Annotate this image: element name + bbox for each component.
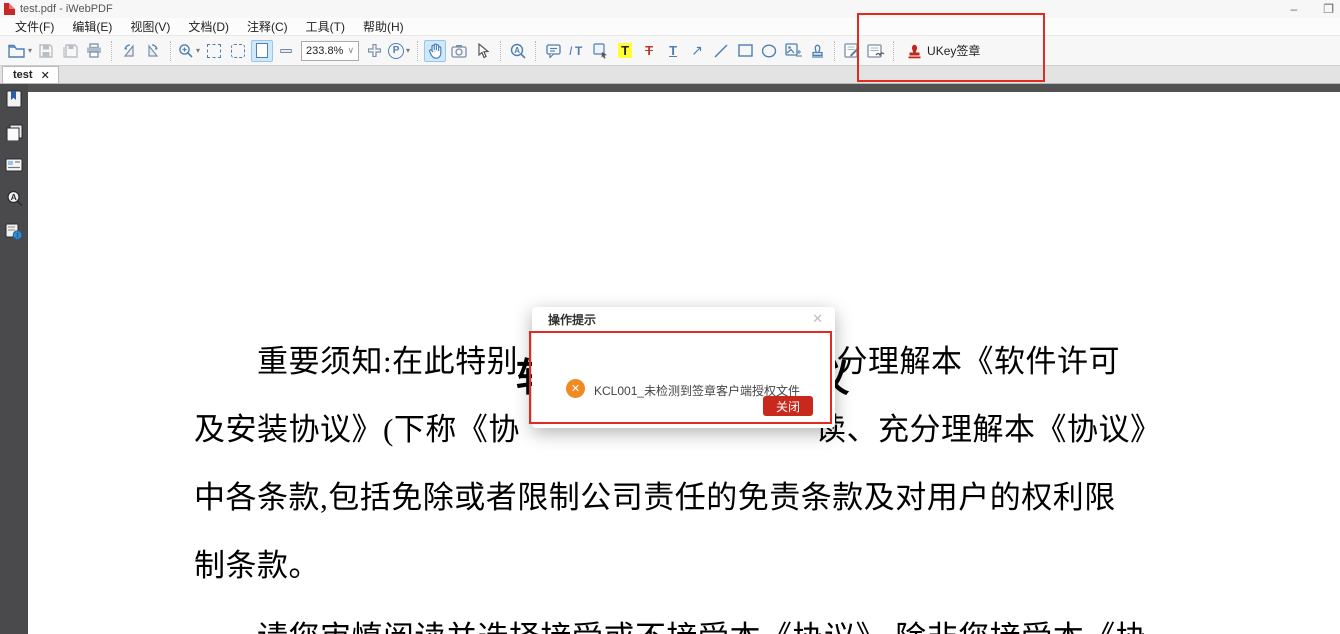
svg-text:T: T xyxy=(575,44,583,58)
menu-document[interactable]: 文档(D) xyxy=(179,18,238,35)
zoom-level-dropdown-icon[interactable]: ∨ xyxy=(347,45,354,56)
annotations-panel-icon[interactable] xyxy=(3,154,25,176)
line-annot-button[interactable] xyxy=(710,40,732,62)
app-icon xyxy=(4,3,15,15)
document-viewport: 软件安装许可协议 重要须知:在此特别 充分理解本《软件许可 及安装协议》(下称《… xyxy=(0,84,1340,634)
snapshot-button[interactable] xyxy=(448,40,470,62)
fit-actual-size-button[interactable] xyxy=(203,40,225,62)
doc-line-2-left: 及安装协议》(下称《协 xyxy=(194,404,520,449)
dialog-title: 操作提示 xyxy=(548,311,596,328)
select-tool-button[interactable] xyxy=(472,40,494,62)
tab-close-icon[interactable]: ✕ xyxy=(41,69,50,82)
ukey-signature-label: UKey签章 xyxy=(927,42,980,59)
error-icon: ✕ xyxy=(566,379,585,398)
page-thumbnails-panel-icon[interactable] xyxy=(3,121,25,143)
bookmarks-panel-icon[interactable] xyxy=(3,88,25,110)
navigation-sidebar: A xyxy=(0,84,28,634)
strikethrough-text-button[interactable]: T xyxy=(638,40,660,62)
paste-note-button[interactable] xyxy=(590,40,612,62)
underline-text-button[interactable]: T xyxy=(662,40,684,62)
doc-line-3: 中各条款,包括免除或者限制公司责任的免责条款及对用户的权利限 xyxy=(194,472,1116,517)
menu-edit[interactable]: 编辑(E) xyxy=(63,18,121,35)
menu-view[interactable]: 视图(V) xyxy=(121,18,179,35)
minimize-button[interactable]: – xyxy=(1291,2,1298,16)
save-as-button[interactable] xyxy=(59,40,81,62)
menu-tools[interactable]: 工具(T) xyxy=(297,18,354,35)
doc-line-1-right: 充分理解本《软件许可 xyxy=(805,336,1120,381)
rotate-left-button[interactable] xyxy=(118,40,140,62)
svg-text:I: I xyxy=(569,44,573,58)
zoom-in-button[interactable] xyxy=(363,40,385,62)
menu-annotation[interactable]: 注释(C) xyxy=(238,18,297,35)
svg-text:A: A xyxy=(514,46,520,55)
zoom-mode-dropdown-icon[interactable]: ▾ xyxy=(196,46,200,55)
doc-line-2-right: 读、充分理解本《协议》 xyxy=(815,404,1162,449)
search-panel-icon[interactable]: A xyxy=(3,187,25,209)
open-file-button[interactable]: ▾ xyxy=(7,40,33,62)
doc-line-4: 制条款。 xyxy=(194,540,320,585)
image-annot-button[interactable] xyxy=(782,40,804,62)
fit-width-button[interactable] xyxy=(251,40,273,62)
ukey-signature-button[interactable]: UKey签章 xyxy=(899,39,988,63)
tab-label: test xyxy=(13,69,33,81)
comment-note-button[interactable] xyxy=(542,40,564,62)
ellipse-annot-button[interactable] xyxy=(758,40,780,62)
ukey-stamp-icon xyxy=(907,43,922,59)
dialog-close-icon[interactable]: ✕ xyxy=(812,311,823,327)
document-tab-bar: test ✕ xyxy=(0,66,1340,84)
verify-signature-button[interactable] xyxy=(865,40,887,62)
signatures-panel-icon[interactable] xyxy=(3,220,25,242)
save-button[interactable] xyxy=(35,40,57,62)
rotate-right-button[interactable] xyxy=(142,40,164,62)
menu-help[interactable]: 帮助(H) xyxy=(354,18,413,35)
restore-button[interactable]: ❐ xyxy=(1323,2,1334,16)
sign-document-button[interactable] xyxy=(841,40,863,62)
arrow-annot-button[interactable]: ↗ xyxy=(686,40,708,62)
fit-page-button[interactable] xyxy=(227,40,249,62)
open-file-dropdown-icon[interactable]: ▾ xyxy=(28,46,32,55)
search-button[interactable]: A xyxy=(507,40,529,62)
zoom-out-button[interactable] xyxy=(275,40,297,62)
page-nav-dropdown-icon[interactable]: ▾ xyxy=(406,46,410,55)
doc-line-5: 请您审慎阅读并选择接受或不接受本《协议》,除非您接受本《协 xyxy=(257,612,1147,634)
svg-text:A: A xyxy=(10,192,16,202)
highlight-text-button[interactable]: T xyxy=(614,40,636,62)
stamp-annot-button[interactable] xyxy=(806,40,828,62)
toolbar: ▾ ▾ 233.8% ∨ P ▾ xyxy=(0,36,1340,66)
tab-test[interactable]: test ✕ xyxy=(2,66,59,83)
zoom-level-combobox[interactable]: 233.8% ∨ xyxy=(301,41,359,61)
window-titlebar: test.pdf - iWebPDF – ❐ xyxy=(0,0,1340,18)
menu-file[interactable]: 文件(F) xyxy=(6,18,63,35)
zoom-level-value: 233.8% xyxy=(306,45,343,57)
rectangle-annot-button[interactable] xyxy=(734,40,756,62)
window-title: test.pdf - iWebPDF xyxy=(20,3,113,15)
doc-line-1-left: 重要须知:在此特别 xyxy=(257,336,518,381)
dialog-close-button[interactable]: 关闭 xyxy=(763,396,813,416)
page-nav-button[interactable]: P ▾ xyxy=(387,40,411,62)
hand-tool-button[interactable] xyxy=(424,40,446,62)
print-button[interactable] xyxy=(83,40,105,62)
text-select-annot-button[interactable]: IT xyxy=(566,40,588,62)
operation-prompt-dialog: 操作提示 ✕ ✕ KCL001_未检测到签章客户端授权文件 关闭 xyxy=(532,307,835,428)
menu-bar: 文件(F) 编辑(E) 视图(V) 文档(D) 注释(C) 工具(T) 帮助(H… xyxy=(0,18,1340,36)
marquee-zoom-button[interactable]: ▾ xyxy=(177,40,201,62)
